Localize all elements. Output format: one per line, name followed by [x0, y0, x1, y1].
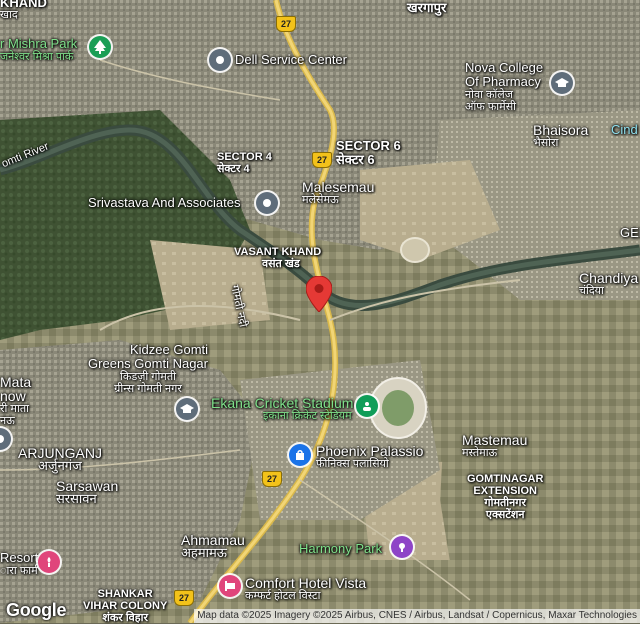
place-label-mata: Mata now री माता नऊ [0, 374, 32, 427]
place-label-sector-4: SECTOR 4 सेक्टर 4 [217, 151, 272, 175]
place-label-arjunganj: ARJUNGANJ अर्जुनगंज [18, 445, 103, 473]
place-label-comfort-hotel[interactable]: Comfort Hotel Vista कम्फर्ट होटल विस्टा [245, 576, 366, 602]
park-icon[interactable] [391, 536, 413, 558]
place-label-ahmamau: Ahmamau अहमामऊ [181, 532, 245, 560]
place-label-bhaisora: Bhaisora भैसोरा [533, 122, 589, 149]
school-icon[interactable] [551, 72, 573, 94]
place-label-kidzee[interactable]: Kidzee Gomti Greens Gomti Nagar किडज़ी ग… [88, 343, 208, 396]
place-label-kharagpur: खरगापुर [407, 0, 447, 15]
google-logo: Google [6, 600, 67, 620]
highway-shield-27: 27 [312, 152, 332, 168]
highway-shield-27: 27 [276, 16, 296, 32]
highway-shield-27: 27 [262, 471, 282, 487]
place-label-shankar-vihar: SHANKAR VIHAR COLONY शंकर विहार [83, 588, 168, 624]
place-label-mishra-park: r Mishra Park जनेश्वर मिश्रा पार्क [0, 36, 78, 64]
place-label-harmony-park[interactable]: Harmony Park [299, 542, 382, 556]
school-icon[interactable] [176, 398, 198, 420]
place-label-cind: Cind [611, 122, 638, 137]
resort-icon[interactable] [38, 551, 60, 573]
office-icon[interactable] [256, 192, 278, 214]
place-label-phoenix-palassio[interactable]: Phoenix Palassio फीनिक्स पलासियो [316, 444, 423, 470]
place-label-chandiya: Chandiya चंदिया [579, 270, 639, 297]
place-label-vasant-khand: VASANT KHAND वसंत खंड [234, 246, 322, 270]
shopping-bag-icon[interactable] [289, 444, 311, 466]
place-label-gel: GEL [620, 225, 640, 240]
place-label-malesemau: Malesemau मलेसेमऊ [302, 179, 375, 206]
location-marker-icon[interactable] [305, 275, 333, 317]
stadium-icon[interactable] [356, 395, 378, 417]
satellite-map[interactable]: खरगापुर KHAND खाद r Mishra Park जनेश्वर … [0, 0, 640, 624]
shop-icon[interactable] [209, 49, 231, 71]
highway-shield-27: 27 [174, 590, 194, 606]
place-label-gomtinagar-extension: GOMTINAGAR EXTENSION गोमतीनगर एक्सटेंशन [467, 473, 544, 521]
tree-icon[interactable] [89, 36, 111, 58]
place-label-resort[interactable]: Resort ारा फार्म [0, 551, 38, 578]
place-label-srivastava[interactable]: Srivastava And Associates [88, 196, 240, 210]
map-attribution[interactable]: Map data ©2025 Imagery ©2025 Airbus, CNE… [194, 609, 640, 623]
place-label-ekana-stadium[interactable]: Ekana Cricket Stadium इकाना क्रिकेट स्टे… [211, 396, 353, 422]
place-label-khad-top: खाद [0, 9, 18, 21]
place-label-nova-college[interactable]: Nova College Of Pharmacy नोवा कॉलेज ऑफ फ… [465, 61, 543, 114]
hotel-icon[interactable] [219, 575, 241, 597]
place-label-mastemau: Mastemau मस्तेमाऊ [462, 432, 528, 459]
place-label-sector-6: SECTOR 6 सेक्टर 6 [336, 138, 401, 167]
place-label-dell-service-center[interactable]: Dell Service Center [235, 53, 347, 67]
place-label-sarsawan: Sarsawan सरसावन [56, 478, 119, 506]
